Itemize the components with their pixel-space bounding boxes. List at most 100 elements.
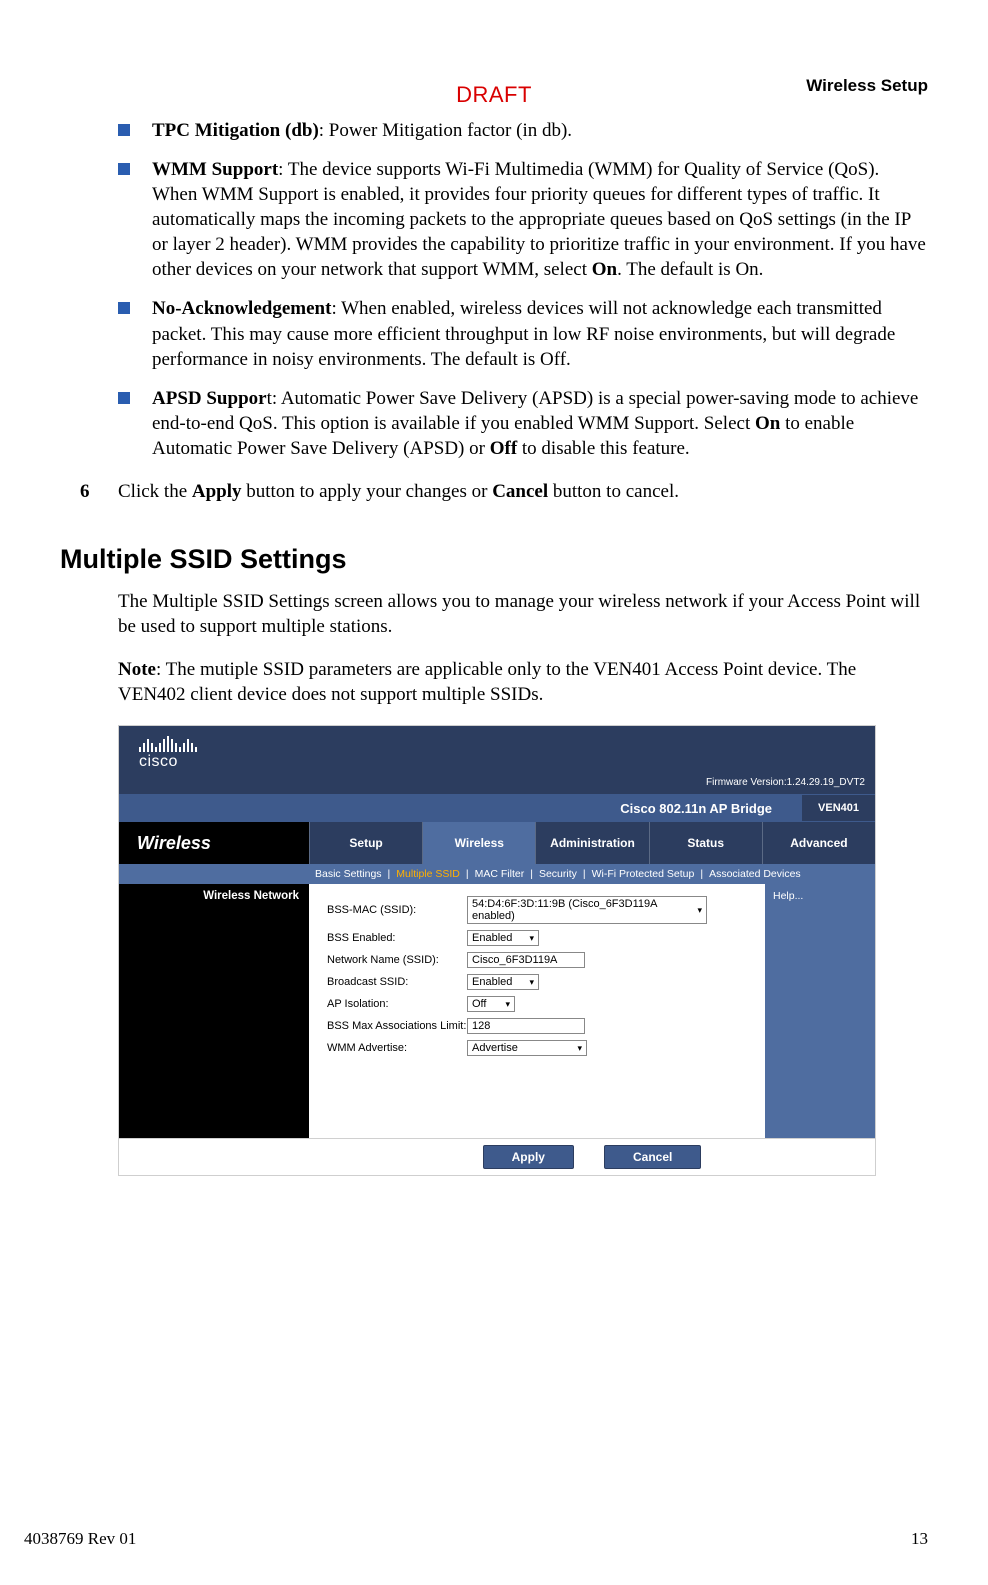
subtab-multiple-ssid[interactable]: Multiple SSID: [396, 868, 460, 880]
label-bss-enabled: BSS Enabled:: [327, 932, 467, 944]
help-link[interactable]: Help...: [773, 890, 803, 902]
heading-multiple-ssid: Multiple SSID Settings: [60, 544, 928, 575]
side-section-title: Wireless Network: [119, 884, 309, 908]
separator-icon: |: [698, 868, 705, 880]
bold-on: On: [592, 259, 617, 280]
separator-icon: |: [581, 868, 588, 880]
step-6: 6 Click the Apply button to apply your c…: [80, 479, 928, 504]
chevron-down-icon: ▾: [697, 905, 702, 916]
select-value: Advertise: [472, 1042, 518, 1054]
row-bss-enabled: BSS Enabled: Enabled ▾: [327, 930, 753, 946]
label-broadcast: Broadcast SSID:: [327, 976, 467, 988]
title-bar: Cisco 802.11n AP Bridge VEN401: [119, 794, 875, 822]
firmware-version: Firmware Version:1.24.29.19_DVT2: [706, 777, 865, 788]
step-c: button to cancel.: [548, 481, 679, 502]
bullet-noack: No-Acknowledgement: When enabled, wirele…: [118, 296, 928, 371]
product-name: Cisco 802.11n AP Bridge: [620, 801, 772, 816]
chevron-down-icon: ▾: [577, 1043, 582, 1054]
input-assoc-limit[interactable]: 128: [467, 1018, 585, 1034]
select-ap-isolation[interactable]: Off ▾: [467, 996, 515, 1012]
subtab-associated[interactable]: Associated Devices: [709, 868, 801, 880]
bullet-rest: : Power Mitigation factor (in db).: [319, 120, 572, 141]
note-label: Note: [118, 659, 156, 680]
help-panel: Help...: [765, 884, 875, 1138]
bullet-text: No-Acknowledgement: When enabled, wirele…: [152, 296, 928, 371]
subtab-mac-filter[interactable]: MAC Filter: [475, 868, 525, 880]
tab-advanced[interactable]: Advanced: [762, 822, 875, 864]
draft-watermark: DRAFT: [0, 82, 988, 108]
select-wmm-advertise[interactable]: Advertise ▾: [467, 1040, 587, 1056]
bullet-wmm: WMM Support: The device supports Wi-Fi M…: [118, 157, 928, 282]
tab-administration[interactable]: Administration: [535, 822, 648, 864]
label-bss-mac: BSS-MAC (SSID):: [327, 904, 467, 916]
cisco-bars-icon: [139, 736, 197, 752]
subtab-wps[interactable]: Wi-Fi Protected Setup: [592, 868, 695, 880]
bullet-apsd: APSD Support: Automatic Power Save Deliv…: [118, 386, 928, 461]
tab-setup[interactable]: Setup: [309, 822, 422, 864]
select-value: Off: [472, 998, 486, 1010]
row-ssid: Network Name (SSID): Cisco_6F3D119A: [327, 952, 753, 968]
bold-off: Off: [490, 438, 517, 459]
cancel-button[interactable]: Cancel: [604, 1145, 701, 1169]
note-rest: : The mutiple SSID parameters are applic…: [118, 659, 856, 705]
tab-wireless[interactable]: Wireless: [422, 822, 535, 864]
square-bullet-icon: [118, 163, 130, 175]
label-ap-isolation: AP Isolation:: [327, 998, 467, 1010]
para-intro: The Multiple SSID Settings screen allows…: [118, 589, 928, 639]
select-bss-mac[interactable]: 54:D4:6F:3D:11:9B (Cisco_6F3D119A enable…: [467, 896, 707, 924]
para-note: Note: The mutiple SSID parameters are ap…: [118, 657, 928, 707]
step-cancel: Cancel: [492, 481, 548, 502]
chevron-down-icon: ▾: [529, 933, 534, 944]
square-bullet-icon: [118, 392, 130, 404]
row-broadcast: Broadcast SSID: Enabled ▾: [327, 974, 753, 990]
subtab-security[interactable]: Security: [539, 868, 577, 880]
form-panel: BSS-MAC (SSID): 54:D4:6F:3D:11:9B (Cisco…: [309, 884, 765, 1138]
tab-status[interactable]: Status: [649, 822, 762, 864]
step-text: Click the Apply button to apply your cha…: [118, 479, 928, 504]
footer-docid: 4038769 Rev 01: [24, 1529, 136, 1549]
square-bullet-icon: [118, 302, 130, 314]
chevron-down-icon: ▾: [505, 999, 510, 1010]
row-ap-isolation: AP Isolation: Off ▾: [327, 996, 753, 1012]
cisco-wordmark: cisco: [139, 753, 197, 771]
bullet-tail: . The default is On.: [617, 259, 763, 280]
input-ssid[interactable]: Cisco_6F3D119A: [467, 952, 585, 968]
row-assoc-limit: BSS Max Associations Limit: 128: [327, 1018, 753, 1034]
step-a: Click the: [118, 481, 192, 502]
bullet-label: No-Acknowledgement: [152, 298, 331, 319]
separator-icon: |: [528, 868, 535, 880]
bullet-label: APSD Suppor: [152, 388, 267, 409]
select-value: 54:D4:6F:3D:11:9B (Cisco_6F3D119A enable…: [472, 898, 691, 922]
step-b: button to apply your changes or: [242, 481, 493, 502]
bullet-text: TPC Mitigation (db): Power Mitigation fa…: [152, 118, 928, 143]
step-apply: Apply: [192, 481, 242, 502]
bullet-text: APSD Support: Automatic Power Save Deliv…: [152, 386, 928, 461]
select-broadcast[interactable]: Enabled ▾: [467, 974, 539, 990]
bullet-label: WMM Support: [152, 159, 278, 180]
subtab-basic[interactable]: Basic Settings: [315, 868, 382, 880]
square-bullet-icon: [118, 124, 130, 136]
apply-button[interactable]: Apply: [483, 1145, 574, 1169]
footer-pagenum: 13: [911, 1529, 928, 1549]
content-row: Wireless Network BSS-MAC (SSID): 54:D4:6…: [119, 884, 875, 1138]
page-footer: 4038769 Rev 01 13: [0, 1529, 988, 1549]
step-number: 6: [80, 479, 114, 504]
chevron-down-icon: ▾: [529, 977, 534, 988]
model-label: VEN401: [802, 795, 875, 821]
label-assoc-limit: BSS Max Associations Limit:: [327, 1020, 467, 1032]
nav-tabs: Setup Wireless Administration Status Adv…: [309, 822, 875, 864]
side-panel: Wireless Network: [119, 884, 309, 1138]
bullet-tpc: TPC Mitigation (db): Power Mitigation fa…: [118, 118, 928, 143]
bold-on: On: [755, 413, 780, 434]
label-ssid: Network Name (SSID):: [327, 954, 467, 966]
ui-header: cisco Firmware Version:1.24.29.19_DVT2: [119, 726, 875, 794]
separator-icon: |: [464, 868, 471, 880]
subnav: Basic Settings | Multiple SSID | MAC Fil…: [119, 864, 875, 884]
button-row: Apply Cancel: [119, 1138, 875, 1175]
select-value: Enabled: [472, 976, 512, 988]
nav-title: Wireless: [119, 822, 309, 864]
select-bss-enabled[interactable]: Enabled ▾: [467, 930, 539, 946]
bullet-tail: to disable this feature.: [517, 438, 690, 459]
select-value: Enabled: [472, 932, 512, 944]
cisco-logo: cisco: [139, 736, 197, 771]
